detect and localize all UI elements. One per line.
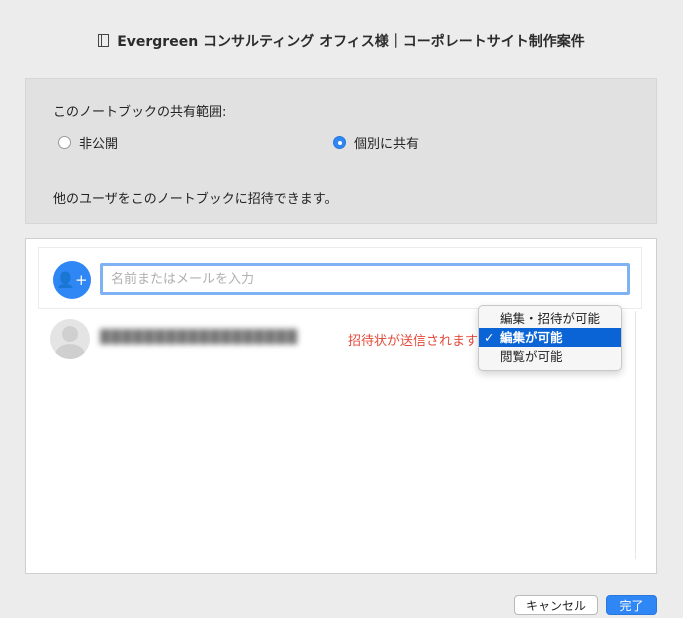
radio-individual-share-label: 個別に共有 [354, 137, 420, 152]
dialog-title: Evergreen コンサルティング オフィス様｜コーポレートサイト制作案件 [0, 31, 683, 51]
done-button[interactable]: 完了 [606, 595, 657, 615]
menu-item-can-view[interactable]: 閲覧が可能 [479, 347, 621, 366]
invite-description: 他のユーザをこのノートブックに招待できます。 [53, 192, 338, 207]
person-name: ██████████████████ [100, 330, 298, 345]
radio-private[interactable]: 非公開 [58, 133, 118, 152]
sharing-scope-panel: このノートブックの共有範囲: 非公開 個別に共有 他のユーザをこのノートブックに… [25, 78, 657, 224]
dialog-title-text: Evergreen コンサルティング オフィス様｜コーポレートサイト制作案件 [117, 34, 585, 50]
checkmark-icon: ✓ [484, 330, 495, 345]
invite-status: 招待状が送信されます [348, 334, 479, 349]
radio-individual-share-button[interactable] [333, 136, 346, 149]
people-panel: 👤+ ██████████████████ 招待状が送信されます [25, 238, 657, 574]
sharing-scope-label: このノートブックの共有範囲: [53, 105, 227, 120]
permission-dropdown-menu[interactable]: 編集・招待が可能 ✓ 編集が可能 閲覧が可能 [478, 305, 622, 371]
menu-item-can-edit[interactable]: ✓ 編集が可能 [479, 328, 621, 347]
name-or-email-input[interactable] [100, 263, 630, 295]
radio-individual-share[interactable]: 個別に共有 [333, 133, 419, 152]
cancel-button[interactable]: キャンセル [514, 595, 598, 615]
notebook-icon [98, 34, 110, 47]
menu-item-edit-and-invite[interactable]: 編集・招待が可能 [479, 309, 621, 328]
add-person-glyph: 👤+ [56, 271, 88, 289]
person-placeholder-icon [50, 319, 90, 359]
radio-private-button[interactable] [58, 136, 71, 149]
scrollbar[interactable] [635, 311, 636, 559]
add-person-icon: 👤+ [53, 261, 91, 299]
radio-private-label: 非公開 [79, 137, 119, 152]
add-person-row: 👤+ [38, 247, 642, 309]
